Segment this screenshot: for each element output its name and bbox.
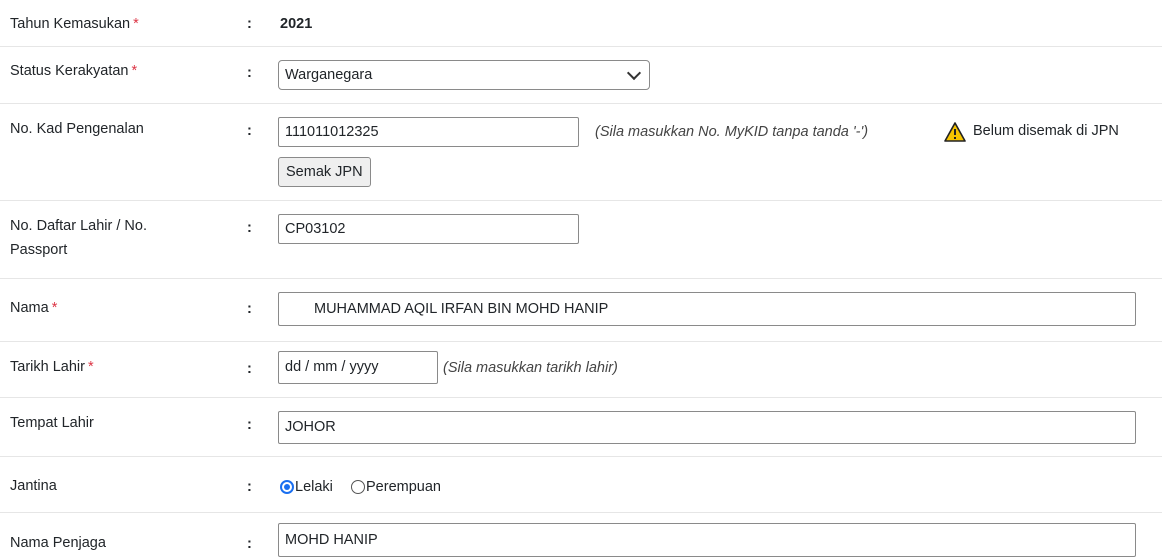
nama-input[interactable]: MUHAMMAD AQIL IRFAN BIN MOHD HANIP (278, 292, 1136, 326)
radio-perempuan-label[interactable]: Perempuan (366, 475, 441, 499)
required-marker: * (87, 359, 94, 375)
colon: : (247, 417, 252, 433)
radio-perempuan[interactable] (351, 480, 365, 494)
daftar-lahir-input[interactable]: CP03102 (278, 214, 579, 244)
row-tarikh-lahir: Tarikh Lahir * : dd / mm / yyyy (Sila mas… (0, 342, 1162, 398)
nama-penjaga-input[interactable]: MOHD HANIP (278, 523, 1136, 557)
jpn-status-text: Belum disemak di JPN (973, 123, 1119, 139)
required-marker: * (131, 63, 138, 79)
label-daftar-lahir: No. Daftar Lahir / No. Passport (10, 218, 147, 258)
colon: : (247, 479, 252, 495)
tempat-lahir-input[interactable]: JOHOR (278, 411, 1136, 444)
label-status-kerakyatan: Status Kerakyatan * (10, 63, 138, 79)
row-jantina: Jantina : Lelaki Perempuan (0, 457, 1162, 513)
kad-pengenalan-input[interactable]: 111011012325 (278, 117, 579, 147)
colon: : (247, 536, 252, 552)
row-kad-pengenalan: No. Kad Pengenalan : 111011012325 (Sila … (0, 104, 1162, 201)
label-jantina: Jantina (10, 478, 57, 494)
colon: : (247, 301, 252, 317)
radio-lelaki[interactable] (280, 480, 294, 494)
chevron-down-icon (626, 65, 642, 81)
row-tahun-kemasukan: Tahun Kemasukan * : 2021 (0, 0, 1162, 47)
required-marker: * (133, 16, 139, 32)
label-tempat-lahir: Tempat Lahir (10, 415, 94, 431)
tarikh-lahir-hint: (Sila masukkan tarikh lahir) (443, 360, 618, 376)
row-nama: Nama * : MUHAMMAD AQIL IRFAN BIN MOHD HAN… (0, 279, 1162, 342)
colon: : (247, 123, 252, 139)
label-nama: Nama * (10, 300, 58, 316)
row-nama-penjaga: Nama Penjaga : MOHD HANIP (0, 513, 1162, 557)
semak-jpn-button[interactable]: Semak JPN (278, 157, 371, 187)
colon: : (247, 361, 252, 377)
status-kerakyatan-selected: Warganegara (285, 67, 373, 83)
tarikh-lahir-input[interactable]: dd / mm / yyyy (278, 351, 438, 384)
required-marker: * (51, 300, 58, 316)
colon: : (247, 16, 252, 32)
tahun-kemasukan-value: 2021 (280, 16, 313, 32)
row-status-kerakyatan: Status Kerakyatan * : Warganegara (0, 47, 1162, 104)
label-tarikh-lahir: Tarikh Lahir * (10, 359, 94, 375)
radio-lelaki-label[interactable]: Lelaki (295, 475, 333, 499)
status-kerakyatan-select[interactable]: Warganegara (278, 60, 650, 90)
colon: : (247, 220, 252, 236)
colon: : (247, 65, 252, 81)
label-nama-penjaga: Nama Penjaga (10, 535, 106, 551)
label-kad-pengenalan: No. Kad Pengenalan (10, 121, 144, 137)
kad-pengenalan-hint: (Sila masukkan No. MyKID tanpa tanda '-'… (595, 124, 869, 140)
label-tahun-kemasukan: Tahun Kemasukan * (10, 16, 139, 32)
row-daftar-lahir: No. Daftar Lahir / No. Passport : CP03102 (0, 201, 1162, 279)
row-tempat-lahir: Tempat Lahir : JOHOR (0, 398, 1162, 457)
